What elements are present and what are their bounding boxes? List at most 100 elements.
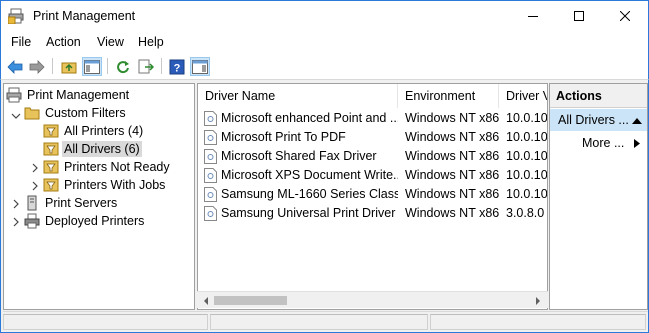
list-header: Driver Name Environment Driver V bbox=[198, 84, 547, 108]
collapse-up-icon bbox=[632, 118, 642, 124]
driver-icon bbox=[204, 111, 217, 126]
drivers-list[interactable]: Driver Name Environment Driver V Microso… bbox=[197, 83, 548, 310]
column-header-environment[interactable]: Environment bbox=[398, 84, 499, 108]
print-management-app-icon[interactable] bbox=[7, 8, 24, 25]
table-row[interactable]: Microsoft Shared Fax Driver Windows NT x… bbox=[198, 147, 548, 166]
table-row[interactable]: Microsoft Print To PDF Windows NT x86 10… bbox=[198, 128, 548, 147]
driver-version-cell: 10.0.105 bbox=[506, 168, 548, 182]
expand-chevron-icon[interactable] bbox=[11, 198, 21, 209]
toolbar-separator bbox=[107, 58, 108, 74]
help-button[interactable]: ? bbox=[167, 57, 187, 76]
more-actions-label: More ... bbox=[582, 136, 625, 150]
driver-version-cell: 3.0.8.0 bbox=[506, 206, 545, 220]
table-row[interactable]: Microsoft enhanced Point and ... Windows… bbox=[198, 109, 547, 128]
submenu-arrow-icon bbox=[634, 139, 640, 148]
tree-item-label: Printers With Jobs bbox=[64, 178, 166, 192]
environment-cell: Windows NT x86 bbox=[405, 168, 499, 182]
tree-item-printers-not-ready[interactable]: Printers Not Ready bbox=[43, 158, 172, 176]
maximize-icon bbox=[574, 11, 584, 21]
export-list-button[interactable] bbox=[136, 57, 156, 76]
close-button[interactable] bbox=[602, 1, 648, 31]
scroll-right-button[interactable] bbox=[529, 292, 546, 309]
show-hide-action-pane-icon bbox=[192, 59, 208, 74]
folder-icon bbox=[24, 105, 40, 121]
status-section bbox=[210, 314, 428, 330]
collapse-chevron-icon[interactable] bbox=[11, 110, 21, 120]
expand-chevron-icon[interactable] bbox=[11, 216, 21, 227]
export-list-icon bbox=[138, 59, 154, 73]
menu-help[interactable]: Help bbox=[138, 35, 164, 49]
horizontal-scrollbar[interactable] bbox=[197, 291, 548, 308]
expand-chevron-icon[interactable] bbox=[30, 162, 40, 173]
printer-icon bbox=[24, 213, 40, 229]
actions-header: Actions bbox=[550, 84, 647, 108]
tree-item-print-management[interactable]: Print Management bbox=[6, 86, 131, 104]
driver-name-cell: Microsoft Shared Fax Driver bbox=[221, 149, 377, 163]
filter-folder-icon bbox=[43, 141, 59, 157]
tree-item-label: Print Servers bbox=[45, 196, 118, 210]
tree-item-custom-filters[interactable]: Custom Filters bbox=[24, 104, 128, 122]
menu-action[interactable]: Action bbox=[46, 35, 81, 49]
column-header-driver-version[interactable]: Driver V bbox=[499, 84, 547, 108]
filter-folder-icon bbox=[43, 123, 59, 139]
menu-view[interactable]: View bbox=[97, 35, 124, 49]
tree-item-all-printers[interactable]: All Printers (4) bbox=[43, 122, 145, 140]
driver-icon bbox=[204, 206, 217, 221]
refresh-button[interactable] bbox=[113, 57, 133, 76]
show-hide-action-pane-button[interactable] bbox=[190, 57, 210, 76]
driver-name-cell: Microsoft Print To PDF bbox=[221, 130, 346, 144]
show-hide-tree-icon bbox=[84, 59, 100, 74]
table-row[interactable]: Samsung Universal Print Driver 3 Windows… bbox=[198, 204, 547, 223]
driver-name-cell: Samsung Universal Print Driver 3 bbox=[221, 206, 398, 220]
tree-item-all-drivers[interactable]: All Drivers (6) bbox=[43, 140, 142, 158]
toolbar-separator bbox=[161, 58, 162, 74]
table-row[interactable]: Microsoft XPS Document Write... Windows … bbox=[198, 166, 548, 185]
toolbar-separator bbox=[52, 58, 53, 74]
forward-arrow-icon bbox=[29, 59, 45, 74]
more-actions-item[interactable]: More ... bbox=[582, 136, 640, 150]
driver-version-cell: 10.0.105 bbox=[506, 130, 548, 144]
forward-button[interactable] bbox=[27, 57, 47, 76]
driver-icon bbox=[204, 187, 217, 202]
environment-cell: Windows NT x86 bbox=[405, 187, 499, 201]
tree-item-deployed-printers[interactable]: Deployed Printers bbox=[24, 212, 146, 230]
tree-item-print-servers[interactable]: Print Servers bbox=[24, 194, 119, 212]
minimize-button[interactable] bbox=[510, 1, 556, 31]
menu-file[interactable]: File bbox=[11, 35, 31, 49]
driver-icon bbox=[204, 130, 217, 145]
up-one-level-button[interactable] bbox=[59, 57, 79, 76]
scrollbar-thumb[interactable] bbox=[214, 296, 287, 305]
back-button[interactable] bbox=[5, 57, 25, 76]
filter-folder-icon bbox=[43, 177, 59, 193]
expand-chevron-icon[interactable] bbox=[30, 180, 40, 191]
actions-pane: Actions All Drivers ... More ... bbox=[549, 83, 648, 310]
scroll-left-icon bbox=[203, 296, 208, 305]
driver-name-cell: Samsung ML-1660 Series Class ... bbox=[221, 187, 398, 201]
help-icon: ? bbox=[169, 59, 185, 74]
driver-version-cell: 10.0.105 bbox=[506, 187, 548, 201]
tree-item-printers-with-jobs[interactable]: Printers With Jobs bbox=[43, 176, 167, 194]
driver-version-cell: 10.0.105 bbox=[506, 149, 548, 163]
maximize-button[interactable] bbox=[556, 1, 602, 31]
table-row[interactable]: Samsung ML-1660 Series Class ... Windows… bbox=[198, 185, 548, 204]
filter-folder-icon bbox=[43, 159, 59, 175]
refresh-icon bbox=[117, 60, 129, 73]
environment-cell: Windows NT x86 bbox=[405, 149, 499, 163]
menu-bar: File Action View Help bbox=[0, 31, 649, 53]
tree-item-label: Deployed Printers bbox=[45, 214, 145, 228]
environment-cell: Windows NT x86 bbox=[405, 130, 499, 144]
show-hide-console-tree-button[interactable] bbox=[82, 57, 102, 76]
scroll-left-button[interactable] bbox=[197, 292, 214, 309]
actions-group-label: All Drivers ... bbox=[558, 113, 629, 127]
actions-group-all-drivers[interactable]: All Drivers ... bbox=[550, 109, 647, 131]
driver-name-cell: Microsoft XPS Document Write... bbox=[221, 168, 398, 182]
print-management-icon bbox=[6, 87, 22, 103]
main-area: Print Management Custom Filters All Prin… bbox=[0, 80, 649, 333]
column-header-driver-name[interactable]: Driver Name bbox=[198, 84, 398, 108]
environment-cell: Windows NT x86 bbox=[405, 111, 499, 125]
up-folder-icon bbox=[61, 62, 77, 73]
console-tree[interactable]: Print Management Custom Filters All Prin… bbox=[3, 83, 195, 310]
driver-icon bbox=[204, 149, 217, 164]
print-server-icon bbox=[24, 195, 40, 211]
window-title: Print Management bbox=[33, 9, 136, 23]
